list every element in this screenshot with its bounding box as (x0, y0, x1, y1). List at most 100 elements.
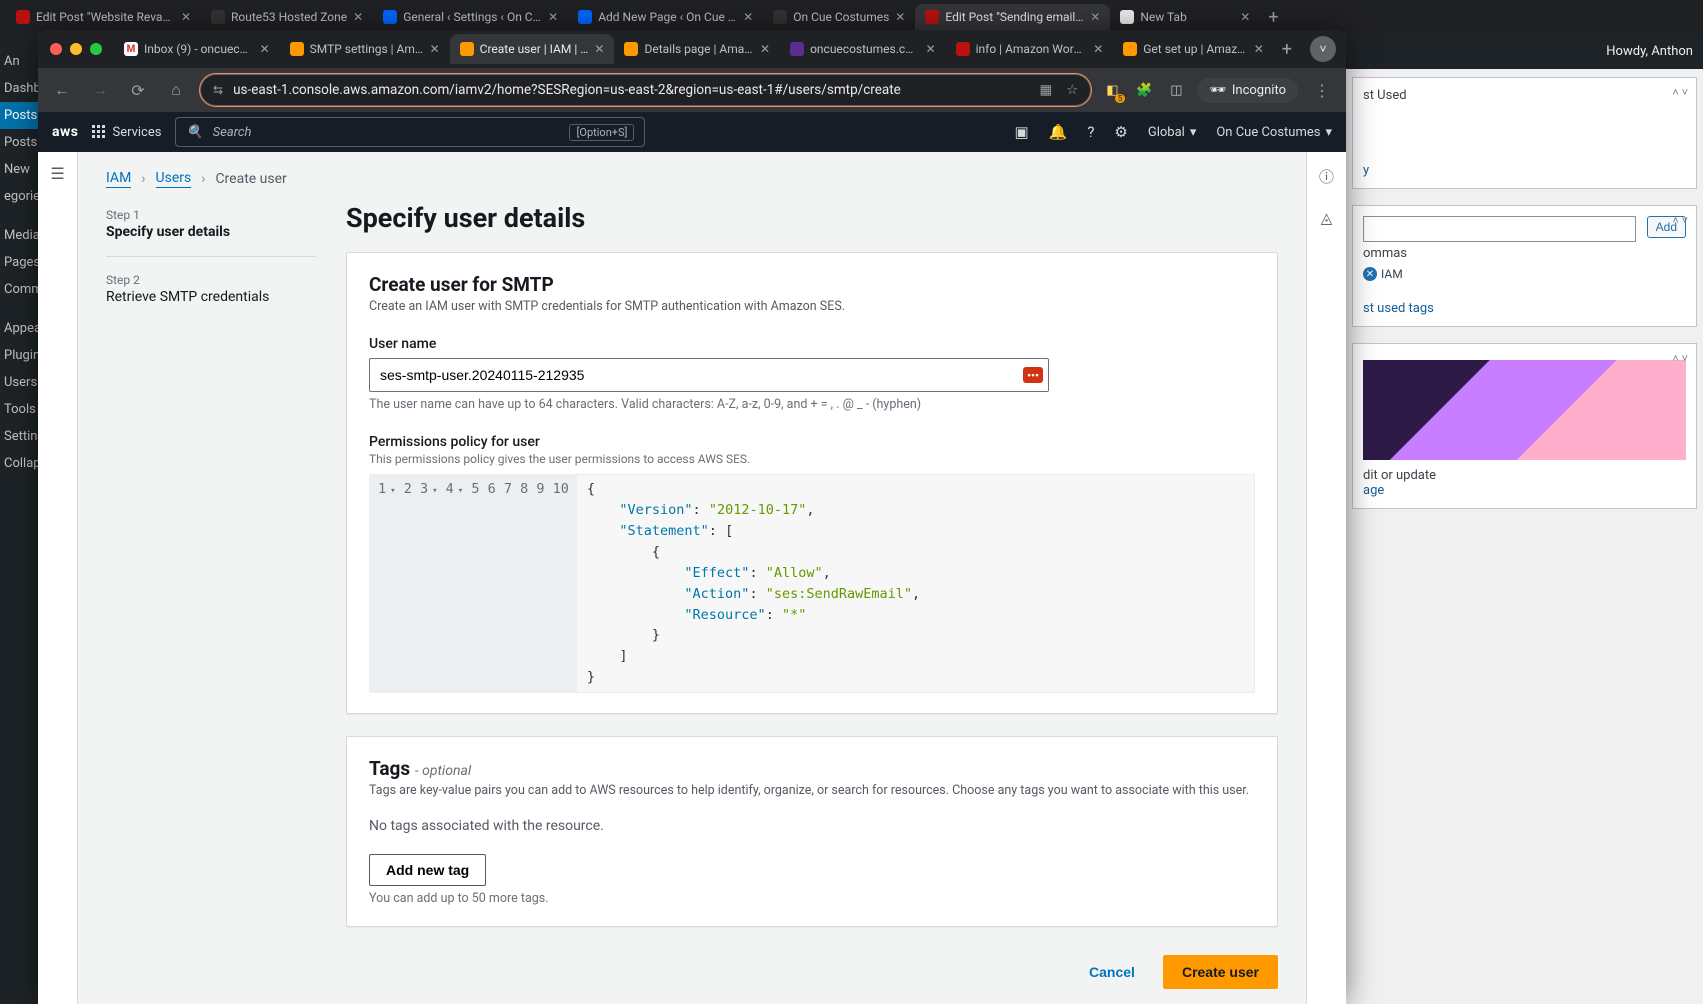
site-info-icon[interactable]: ⇆ (213, 83, 223, 97)
outer-tab[interactable]: On Cue Costumes✕ (763, 4, 915, 30)
qr-icon[interactable]: ▦ (1039, 82, 1052, 98)
panel-heading: Create user for SMTP (369, 273, 1255, 296)
tag-input[interactable] (1363, 216, 1636, 242)
chevron-icon[interactable]: ˄ ˅ (1672, 86, 1688, 99)
create-user-button[interactable]: Create user (1163, 955, 1278, 989)
breadcrumb-current: Create user (215, 171, 286, 187)
panel-heading: Tags - optional (369, 757, 1255, 780)
add-new-tag-button[interactable]: Add new tag (369, 854, 486, 886)
close-icon[interactable]: ✕ (895, 10, 905, 24)
password-manager-icon[interactable]: ••• (1023, 367, 1043, 383)
outer-tab[interactable]: Route53 Hosted Zone✕ (201, 4, 373, 30)
home-button[interactable]: ⌂ (162, 80, 190, 100)
featured-image-thumbnail[interactable] (1363, 360, 1686, 460)
side-panel-icon[interactable]: ◫ (1165, 79, 1187, 101)
account-menu[interactable]: On Cue Costumes▾ (1216, 125, 1332, 140)
info-icon[interactable]: ⓘ (1319, 166, 1334, 187)
aws-console: aws Services 🔍 Search [Option+S] ▣ 🔔 ? ⚙… (38, 112, 1346, 1004)
favicon (925, 10, 939, 24)
close-icon[interactable]: ✕ (594, 42, 604, 56)
aws-header: aws Services 🔍 Search [Option+S] ▣ 🔔 ? ⚙… (38, 112, 1346, 152)
forward-button[interactable]: → (86, 80, 114, 100)
wizard-step-1[interactable]: Step 1 Specify user details (106, 208, 316, 240)
inner-tab[interactable]: Get set up | Amazon ✕ (1113, 34, 1274, 64)
close-icon[interactable]: ✕ (181, 10, 191, 24)
close-icon[interactable]: ✕ (430, 42, 440, 56)
new-tab-button[interactable]: + (1260, 7, 1286, 28)
cloudshell-icon[interactable]: ▣ (1014, 123, 1028, 141)
url-text: us-east-1.console.aws.amazon.com/iamv2/h… (233, 82, 1029, 98)
chevron-icon[interactable]: ˄ ˅ (1672, 352, 1688, 365)
bookmark-icon[interactable]: ☆ (1066, 82, 1078, 98)
inner-tab[interactable]: oncuecostumes.com✕ (780, 34, 946, 64)
close-icon[interactable]: ✕ (353, 10, 363, 24)
cancel-button[interactable]: Cancel (1075, 956, 1149, 988)
outer-tab[interactable]: Edit Post "Website Revamp✕ (6, 4, 201, 30)
minimize-window-icon[interactable] (70, 43, 82, 55)
settings-icon[interactable]: ⚙ (1114, 123, 1127, 141)
tags-panel: Tags - optional Tags are key-value pairs… (346, 736, 1278, 927)
aws-logo[interactable]: aws (52, 124, 78, 140)
close-icon[interactable]: ✕ (743, 10, 753, 24)
inner-tab[interactable]: Create user | IAM | Gl✕ (450, 34, 615, 64)
chevron-icon[interactable]: ˄ ˅ (1672, 214, 1688, 227)
reload-button[interactable]: ⟳ (124, 81, 152, 100)
address-bar[interactable]: ⇆ us-east-1.console.aws.amazon.com/iamv2… (200, 74, 1091, 106)
wizard-step-2[interactable]: Step 2 Retrieve SMTP credentials (106, 273, 316, 305)
notifications-icon[interactable]: 🔔 (1049, 123, 1068, 141)
search-icon: 🔍 (186, 125, 202, 140)
inner-tab[interactable]: SMTP settings | Amaz✕ (280, 34, 450, 64)
close-icon[interactable]: ✕ (1090, 10, 1100, 24)
sidebar-toggle[interactable]: ☰ (38, 152, 78, 1004)
extensions-button[interactable]: 🧩 (1133, 79, 1155, 101)
window-controls[interactable] (38, 43, 114, 55)
chevron-down-icon: ▾ (1325, 125, 1332, 140)
username-input[interactable] (369, 358, 1049, 392)
outer-browser-tabstrip: Edit Post "Website Revamp✕ Route53 Hoste… (0, 0, 1703, 34)
outer-tab[interactable]: Edit Post "Sending email fro✕ (915, 4, 1110, 30)
favicon: M (124, 42, 138, 56)
incognito-indicator[interactable]: 🕶 Incognito (1197, 78, 1298, 103)
security-icon[interactable]: ◬ (1321, 209, 1333, 227)
wizard-steps: Step 1 Specify user details Step 2 Retri… (106, 202, 316, 989)
close-icon[interactable]: ✕ (926, 42, 936, 56)
policy-code-block[interactable]: 1▾ 2 3▾ 4▾ 5 6 7 8 9 10 { "Version": "20… (369, 474, 1255, 693)
breadcrumb-iam[interactable]: IAM (106, 170, 131, 188)
tab-search-button[interactable]: ˅ (1310, 36, 1336, 62)
outer-tab[interactable]: New Tab✕ (1110, 4, 1260, 30)
close-icon[interactable]: ✕ (1240, 10, 1250, 24)
maximize-window-icon[interactable] (90, 43, 102, 55)
wizard-footer: Cancel Create user (346, 949, 1278, 989)
close-icon[interactable]: ✕ (1254, 42, 1264, 56)
close-icon[interactable]: ✕ (260, 42, 270, 56)
region-selector[interactable]: Global▾ (1148, 125, 1197, 140)
aws-search-input[interactable]: 🔍 Search [Option+S] (175, 117, 645, 147)
help-icon[interactable]: ? (1087, 123, 1094, 141)
new-tab-button[interactable]: + (1274, 39, 1300, 60)
favicon (956, 42, 970, 56)
inner-tab[interactable]: Details page | Amazo✕ (614, 34, 780, 64)
remove-tag-icon[interactable]: ✕ (1363, 267, 1377, 281)
incognito-icon: 🕶 (1209, 83, 1226, 98)
page-title: Specify user details (346, 202, 1278, 234)
outer-tab[interactable]: General ‹ Settings ‹ On Cue✕ (373, 4, 568, 30)
close-icon[interactable]: ✕ (1093, 42, 1103, 56)
close-icon[interactable]: ✕ (548, 10, 558, 24)
browser-toolbar: ← → ⟳ ⌂ ⇆ us-east-1.console.aws.amazon.c… (38, 68, 1346, 112)
breadcrumb-users[interactable]: Users (156, 170, 192, 188)
extension-icon[interactable]: ◧ (1101, 79, 1123, 101)
outer-tab[interactable]: Add New Page ‹ On Cue Cos✕ (568, 4, 763, 30)
chevron-right-icon: › (201, 171, 205, 187)
wp-admin-sidebar-partial: An Dashbo Posts Posts New egories Media … (0, 34, 38, 1004)
close-icon[interactable]: ✕ (760, 42, 770, 56)
inner-tab[interactable]: info | Amazon WorkM✕ (946, 34, 1114, 64)
close-window-icon[interactable] (50, 43, 62, 55)
kebab-menu-icon[interactable]: ⋮ (1308, 81, 1336, 100)
inner-tab[interactable]: MInbox (9) - oncuecost✕ (114, 34, 280, 64)
favicon (1120, 10, 1134, 24)
back-button[interactable]: ← (48, 80, 76, 100)
admin-bar: Howdy, Anthon (1346, 34, 1703, 69)
services-menu[interactable]: Services (92, 125, 161, 140)
metabox-featured-image: ˄ ˅ dit or update age (1352, 343, 1697, 509)
chevron-right-icon: › (141, 171, 145, 187)
